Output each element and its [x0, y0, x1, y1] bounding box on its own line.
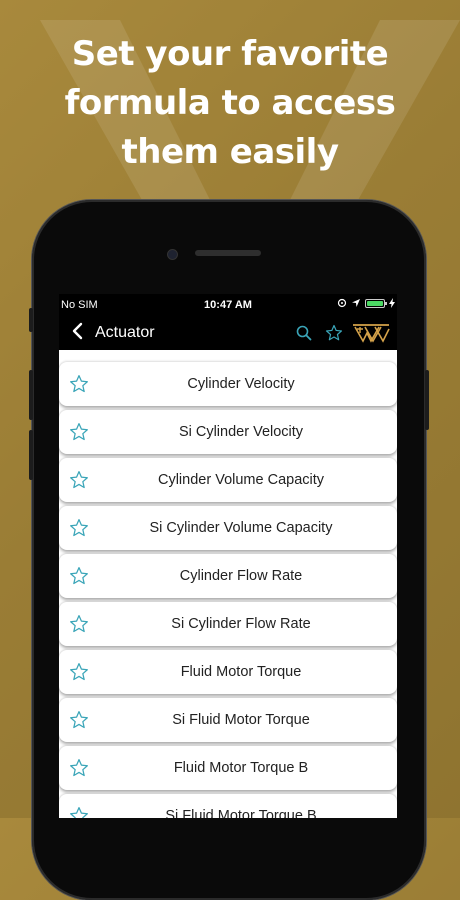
favorite-star-icon[interactable] [69, 566, 89, 586]
favorite-star-icon[interactable] [69, 470, 89, 490]
list-item[interactable]: Si Cylinder Volume Capacity [59, 506, 397, 550]
favorite-star-icon[interactable] [69, 710, 89, 730]
front-camera [167, 249, 178, 260]
back-chevron-icon [72, 322, 83, 340]
power-button [425, 370, 429, 430]
search-icon [296, 325, 312, 341]
star-icon [325, 324, 343, 341]
brand-logo [349, 323, 393, 343]
list-item[interactable]: Fluid Motor Torque B [59, 746, 397, 790]
status-icons [337, 298, 395, 308]
favorite-star-icon[interactable] [69, 422, 89, 442]
list-item[interactable]: Fluid Motor Torque [59, 650, 397, 694]
mute-switch [29, 308, 33, 332]
headline: Set your favorite formula to access them… [0, 30, 460, 177]
brand-logo-icon [353, 324, 390, 343]
list-item-label: Si Fluid Motor Torque [172, 712, 310, 728]
formula-list: Cylinder Velocity Si Cylinder Velocity C… [59, 350, 397, 818]
volume-down-button [29, 430, 33, 480]
list-item-label: Cylinder Velocity [187, 376, 295, 392]
back-button[interactable] [59, 316, 95, 350]
favorite-star-icon[interactable] [69, 806, 89, 818]
charging-bolt-icon [389, 298, 395, 308]
list-item-label: Cylinder Flow Rate [179, 568, 303, 584]
favorite-star-icon[interactable] [69, 614, 89, 634]
list-item[interactable]: Si Cylinder Velocity [59, 410, 397, 454]
status-bar: No SIM 10:47 AM [59, 294, 397, 316]
battery-icon [365, 298, 387, 308]
favorites-button[interactable] [319, 324, 349, 342]
battery-level-fill [367, 300, 383, 306]
list-item[interactable]: Si Fluid Motor Torque [59, 698, 397, 742]
favorite-star-icon[interactable] [69, 374, 89, 394]
favorite-star-icon[interactable] [69, 662, 89, 682]
orientation-lock-icon [337, 298, 347, 308]
volume-up-button [29, 370, 33, 420]
list-item[interactable]: Si Fluid Motor Torque B [59, 794, 397, 818]
favorite-star-icon[interactable] [69, 518, 89, 538]
list-item-label: Cylinder Volume Capacity [157, 472, 325, 488]
headline-line-1: Set your favorite [71, 34, 389, 74]
list-item-label: Si Cylinder Velocity [178, 424, 304, 440]
search-button[interactable] [289, 325, 319, 341]
list-item-label: Si Cylinder Volume Capacity [149, 520, 333, 536]
location-arrow-icon [352, 299, 360, 307]
list-item-label: Fluid Motor Torque [180, 664, 302, 680]
nav-title: Actuator [95, 324, 155, 341]
list-item-label: Si Cylinder Flow Rate [171, 616, 311, 632]
headline-line-3: them easily [121, 132, 340, 172]
list-item-label: Si Fluid Motor Torque B [165, 808, 317, 818]
list-item[interactable]: Cylinder Flow Rate [59, 554, 397, 598]
phone-screen: No SIM 10:47 AM Actuator Cylinder Veloci… [59, 294, 397, 818]
list-item[interactable]: Si Cylinder Flow Rate [59, 602, 397, 646]
earpiece-speaker [195, 250, 261, 256]
list-item[interactable]: Cylinder Volume Capacity [59, 458, 397, 502]
nav-bar: Actuator [59, 316, 397, 350]
list-item[interactable]: Cylinder Velocity [59, 362, 397, 406]
headline-line-2: formula to access [64, 83, 396, 123]
list-item-label: Fluid Motor Torque B [173, 760, 309, 776]
favorite-star-icon[interactable] [69, 758, 89, 778]
